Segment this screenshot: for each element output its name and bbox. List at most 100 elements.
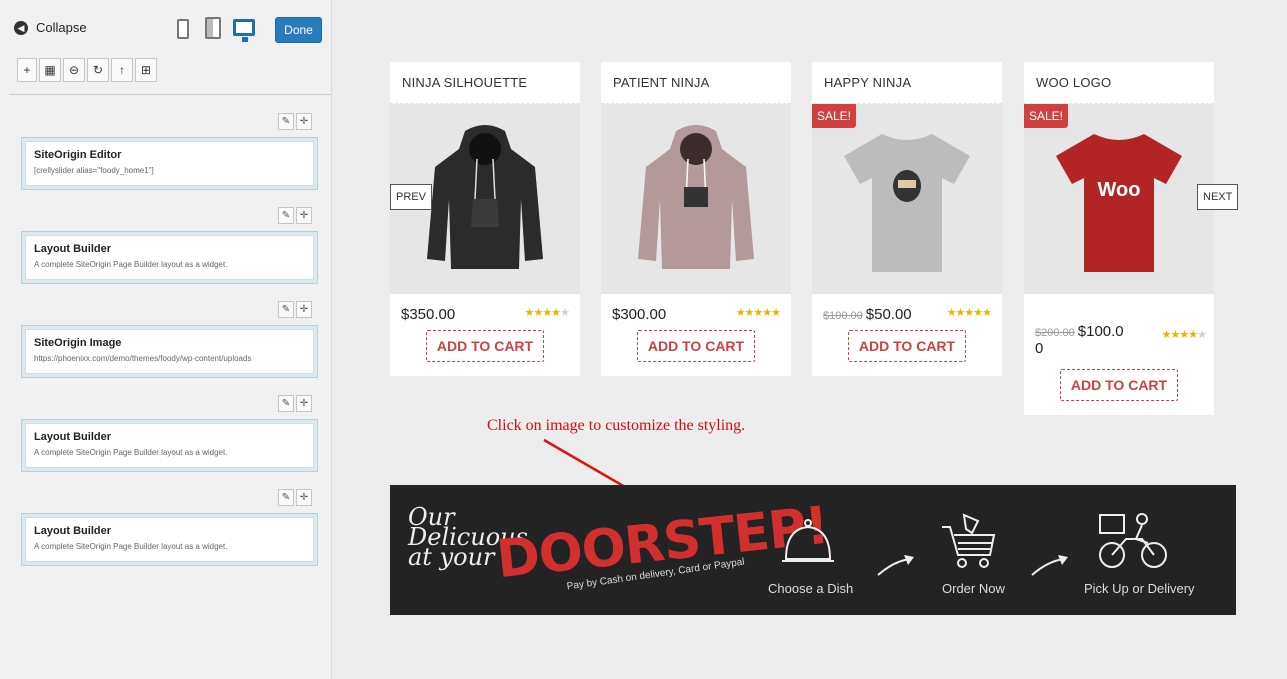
- widget-container: Layout Builder A complete SiteOrigin Pag…: [21, 513, 318, 566]
- widget-description: https://phoenixx.com/demo/themes/foody/w…: [34, 354, 252, 363]
- live-editor-tool[interactable]: ⊞: [135, 58, 157, 82]
- step-order-now: Order Now: [942, 581, 1005, 596]
- wrench-icon[interactable]: ✎: [278, 113, 294, 130]
- product-card: PATIENT NINJA $300.00 ★★★★★ ADD TO CART: [601, 62, 791, 376]
- wrench-icon[interactable]: ✎: [278, 395, 294, 412]
- product-title[interactable]: HAPPY NINJA: [812, 62, 1002, 104]
- old-price: $100.00: [823, 310, 863, 322]
- add-row-tool[interactable]: ▦: [39, 58, 61, 82]
- carousel-next-button[interactable]: NEXT: [1197, 184, 1239, 210]
- row-controls: ✎ ✛: [278, 489, 312, 506]
- delivery-scooter-icon: [1099, 513, 1167, 568]
- mobile-preview-icon[interactable]: [177, 19, 189, 39]
- customize-hint: Click on image to customize the styling.: [487, 417, 746, 434]
- widget-container: SiteOrigin Editor [crellyslider alias="f…: [21, 137, 318, 190]
- sidebar-divider: [9, 94, 331, 95]
- svg-text:Woo: Woo: [1098, 179, 1141, 201]
- move-icon[interactable]: ✛: [296, 113, 312, 130]
- product-details: $300.00 ★★★★★ ADD TO CART: [601, 294, 791, 376]
- widget-title: SiteOrigin Editor: [34, 149, 122, 161]
- widget-description: A complete SiteOrigin Page Builder layou…: [34, 542, 228, 551]
- widget-title: Layout Builder: [34, 431, 112, 443]
- widget-layout-builder[interactable]: Layout Builder A complete SiteOrigin Pag…: [25, 517, 314, 562]
- widget-container: SiteOrigin Image https://phoenixx.com/de…: [21, 325, 318, 378]
- sidebar-header: ◀ Collapse Done: [0, 0, 332, 54]
- row-controls: ✎ ✛: [278, 301, 312, 318]
- rating-stars: ★★★★★: [946, 307, 992, 319]
- widget-description: [crellyslider alias="foody_home1"]: [34, 166, 154, 175]
- product-details: $350.00 ★★★★★ ADD TO CART: [390, 294, 580, 376]
- widget-title: SiteOrigin Image: [34, 337, 122, 349]
- add-to-cart-button[interactable]: ADD TO CART: [637, 330, 755, 362]
- product-title[interactable]: WOO LOGO: [1024, 62, 1214, 104]
- rating-stars: ★★★★★: [735, 307, 781, 319]
- price-group: $100.00 $50.00: [823, 306, 912, 323]
- desktop-preview-icon[interactable]: [233, 19, 255, 42]
- row-controls: ✎ ✛: [278, 207, 312, 224]
- step-pickup-delivery: Pick Up or Delivery: [1084, 581, 1195, 596]
- product-title[interactable]: NINJA SILHOUETTE: [390, 62, 580, 104]
- old-price: $200.00: [1035, 327, 1075, 339]
- product-price: $350.00: [401, 306, 456, 323]
- hoodie-icon: [638, 125, 754, 269]
- widget-title: Layout Builder: [34, 243, 112, 255]
- add-to-cart-button[interactable]: ADD TO CART: [426, 330, 544, 362]
- sale-badge: SALE!: [812, 104, 857, 128]
- product-details: $200.00 $100.0 0 ★★★★★ ADD TO CART: [1024, 294, 1214, 415]
- product-card: NINJA SILHOUETTE $350.00 ★★★★★ ADD TO CA…: [390, 62, 580, 376]
- widget-siteorigin-editor[interactable]: SiteOrigin Editor [crellyslider alias="f…: [25, 141, 314, 186]
- history-tool[interactable]: ↻: [87, 58, 109, 82]
- wrench-icon[interactable]: ✎: [278, 301, 294, 318]
- wrench-icon[interactable]: ✎: [278, 207, 294, 224]
- product-card: HAPPY NINJA SALE! $100.00 $50.00 ★★★★★ AD…: [812, 62, 1002, 376]
- tablet-preview-icon[interactable]: [205, 17, 221, 39]
- product-image[interactable]: SALE!: [812, 104, 1002, 294]
- move-icon[interactable]: ✛: [296, 489, 312, 506]
- add-to-cart-button[interactable]: ADD TO CART: [848, 330, 966, 362]
- add-widget-tool[interactable]: +: [17, 58, 37, 82]
- product-title[interactable]: PATIENT NINJA: [601, 62, 791, 104]
- product-price: $50.00: [865, 306, 912, 323]
- widget-title: Layout Builder: [34, 525, 112, 537]
- promo-banner-image[interactable]: Our Delicuous at your DOORSTEP! Pay by C…: [390, 485, 1236, 615]
- move-icon[interactable]: ✛: [296, 395, 312, 412]
- sale-badge: SALE!: [1024, 104, 1069, 128]
- carousel-prev-button[interactable]: PREV: [390, 184, 432, 210]
- prebuilt-layout-tool[interactable]: ⊖: [63, 58, 85, 82]
- product-details: $100.00 $50.00 ★★★★★ ADD TO CART: [812, 294, 1002, 376]
- page-builder-sidebar: ◀ Collapse Done + ▦ ⊖ ↻ ↑ ⊞ ✎ ✛ SiteOrig…: [0, 0, 332, 679]
- arrow-right-icon: [877, 555, 914, 576]
- price-group: $200.00 $100.0 0: [1035, 306, 1145, 357]
- cloche-icon: [782, 519, 834, 562]
- done-button[interactable]: Done: [275, 17, 322, 43]
- cart-icon: [942, 513, 996, 568]
- row-controls: ✎ ✛: [278, 395, 312, 412]
- collapse-label: Collapse: [36, 20, 87, 35]
- widget-description: A complete SiteOrigin Page Builder layou…: [34, 260, 228, 269]
- widget-layout-builder[interactable]: Layout Builder A complete SiteOrigin Pag…: [25, 423, 314, 468]
- collapse-icon: ◀: [14, 20, 28, 35]
- step-choose-dish: Choose a Dish: [768, 581, 854, 596]
- arrow-right-icon: [1031, 555, 1068, 576]
- widget-siteorigin-image[interactable]: SiteOrigin Image https://phoenixx.com/de…: [25, 329, 314, 374]
- rating-stars: ★★★★★: [1161, 329, 1207, 341]
- product-image[interactable]: [601, 104, 791, 294]
- add-to-cart-button[interactable]: ADD TO CART: [1060, 369, 1178, 401]
- widget-layout-builder[interactable]: Layout Builder A complete SiteOrigin Pag…: [25, 235, 314, 280]
- collapse-button[interactable]: ◀ Collapse: [14, 20, 87, 35]
- wrench-icon[interactable]: ✎: [278, 489, 294, 506]
- move-icon[interactable]: ✛: [296, 301, 312, 318]
- row-controls: ✎ ✛: [278, 113, 312, 130]
- move-up-tool[interactable]: ↑: [111, 58, 133, 82]
- product-card: WOO LOGO SALE! Woo $200.00 $100.0 0 ★★★★★…: [1024, 62, 1214, 415]
- rating-stars: ★★★★★: [524, 307, 570, 319]
- product-image[interactable]: SALE! Woo: [1024, 104, 1214, 294]
- move-icon[interactable]: ✛: [296, 207, 312, 224]
- widget-container: Layout Builder A complete SiteOrigin Pag…: [21, 231, 318, 284]
- tshirt-icon: [844, 134, 970, 272]
- hoodie-icon: [427, 125, 543, 269]
- product-price: $300.00: [612, 306, 667, 323]
- tshirt-icon: Woo: [1056, 134, 1182, 272]
- builder-toolbar: + ▦ ⊖ ↻ ↑ ⊞: [17, 58, 157, 82]
- widget-description: A complete SiteOrigin Page Builder layou…: [34, 448, 228, 457]
